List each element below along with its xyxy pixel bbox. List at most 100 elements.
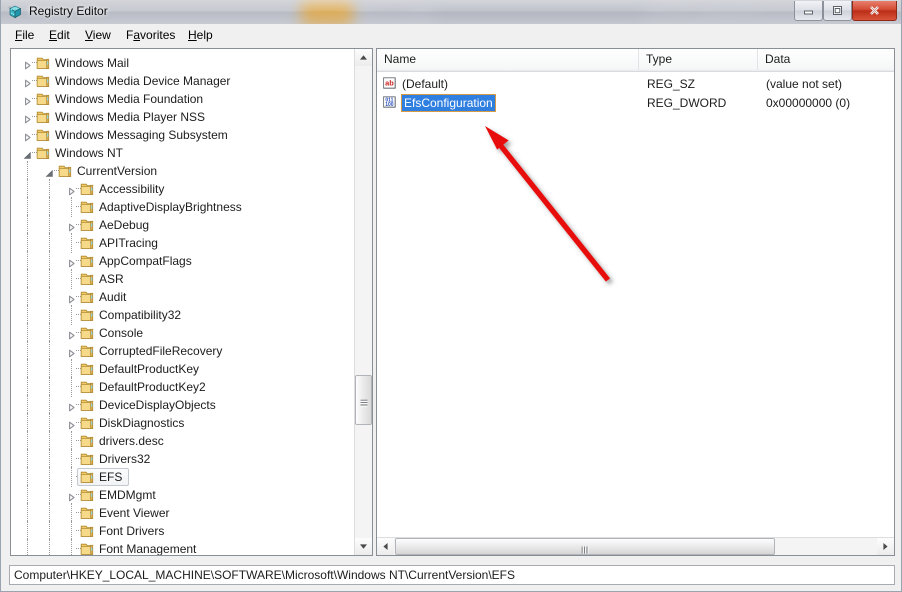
- tree-guide-line: [27, 251, 29, 271]
- tree-item-windows-nt[interactable]: Windows NT: [11, 143, 356, 163]
- tree-item-event-viewer[interactable]: Event Viewer: [11, 503, 356, 523]
- scroll-right-button[interactable]: [877, 538, 894, 555]
- registry-values-pane[interactable]: Name Type Data ab (Default) REG_SZ (value n…: [376, 48, 895, 556]
- tree-expander-collapsed-icon[interactable]: [23, 131, 32, 142]
- tree-expander-collapsed-icon[interactable]: [67, 329, 76, 340]
- tree-scrollbar-thumb[interactable]: [355, 375, 372, 425]
- tree-item-console[interactable]: Console: [11, 323, 356, 343]
- tree-item-windows-messaging-subsystem[interactable]: Windows Messaging Subsystem: [11, 125, 356, 145]
- client-area: Windows Mail Windows Media Device Manager…: [2, 46, 901, 559]
- tree-item-emdmgmt[interactable]: EMDMgmt: [11, 485, 356, 505]
- title-bar[interactable]: Registry Editor: [1, 0, 901, 24]
- tree-item-windows-media-device-manager[interactable]: Windows Media Device Manager: [11, 71, 356, 91]
- tree-expander-expanded-icon[interactable]: [23, 149, 32, 159]
- tree-item-label: drivers.desc: [99, 434, 164, 448]
- menu-help[interactable]: Help: [183, 27, 218, 43]
- menu-favorites[interactable]: Favorites: [121, 27, 180, 43]
- tree-item-defaultproductkey2[interactable]: DefaultProductKey2: [11, 377, 356, 397]
- tree-expander-collapsed-icon[interactable]: [23, 77, 32, 88]
- tree-item-diskdiagnostics[interactable]: DiskDiagnostics: [11, 413, 356, 433]
- value-row[interactable]: ab (Default) REG_SZ (value not set): [377, 75, 894, 94]
- tree-guide-line: [27, 341, 29, 361]
- values-scrollbar-thumb[interactable]: [395, 538, 775, 555]
- tree-guide-line: [49, 539, 51, 555]
- tree-expander-collapsed-icon[interactable]: [67, 257, 76, 268]
- tree-item-asr[interactable]: ASR: [11, 269, 356, 289]
- tree-item-devicedisplayobjects[interactable]: DeviceDisplayObjects: [11, 395, 356, 415]
- tree-item-label: Accessibility: [99, 182, 165, 196]
- folder-icon: [36, 92, 52, 106]
- close-button[interactable]: [852, 1, 897, 21]
- folder-icon: [58, 164, 74, 178]
- status-bar: Computer\HKEY_LOCAL_MACHINE\SOFTWARE\Mic…: [2, 561, 901, 591]
- menu-edit[interactable]: Edit: [44, 27, 75, 43]
- maximize-button[interactable]: [823, 1, 852, 21]
- tree-expander-collapsed-icon[interactable]: [67, 221, 76, 232]
- tree-item-corruptedfilerecovery[interactable]: CorruptedFileRecovery: [11, 341, 356, 361]
- tree-item-compatibility32[interactable]: Compatibility32: [11, 305, 356, 325]
- glass-blur-artifact: [301, 0, 353, 24]
- tree-item-aedebug[interactable]: AeDebug: [11, 215, 356, 235]
- value-name-edit-field[interactable]: EfsConfiguration: [402, 95, 495, 111]
- tree-expander-collapsed-icon[interactable]: [67, 491, 76, 502]
- tree-item-audit[interactable]: Audit: [11, 287, 356, 307]
- tree-guide-line: [71, 503, 73, 523]
- registry-tree-pane[interactable]: Windows Mail Windows Media Device Manager…: [10, 48, 373, 556]
- scroll-down-button[interactable]: [355, 538, 372, 555]
- tree-expander-collapsed-icon[interactable]: [23, 113, 32, 124]
- tree-item-font-drivers[interactable]: Font Drivers: [11, 521, 356, 541]
- tree-expander-collapsed-icon[interactable]: [67, 185, 76, 196]
- tree-item-label: CorruptedFileRecovery: [99, 344, 223, 358]
- tree-item-windows-media-player-nss[interactable]: Windows Media Player NSS: [11, 107, 356, 127]
- tree-expander-collapsed-icon[interactable]: [23, 95, 32, 106]
- minimize-icon: [795, 1, 822, 20]
- registry-tree[interactable]: Windows Mail Windows Media Device Manager…: [11, 49, 356, 555]
- tree-item-accessibility[interactable]: Accessibility: [11, 179, 356, 199]
- scroll-up-button[interactable]: [355, 49, 372, 66]
- column-header-name[interactable]: Name: [377, 49, 639, 70]
- tree-item-drivers32[interactable]: Drivers32: [11, 449, 356, 469]
- tree-expander-collapsed-icon[interactable]: [67, 293, 76, 304]
- folder-icon: [80, 272, 96, 286]
- tree-item-currentversion[interactable]: CurrentVersion: [11, 161, 356, 181]
- tree-item-adaptivedisplaybrightness[interactable]: AdaptiveDisplayBrightness: [11, 197, 356, 217]
- tree-expander-collapsed-icon[interactable]: [67, 401, 76, 412]
- tree-expander-collapsed-icon[interactable]: [67, 419, 76, 430]
- tree-item-drivers-desc[interactable]: drivers.desc: [11, 431, 356, 451]
- tree-item-apitracing[interactable]: APITracing: [11, 233, 356, 253]
- minimize-button[interactable]: [794, 1, 823, 21]
- folder-icon: [80, 434, 96, 448]
- tree-guide-line: [27, 485, 29, 505]
- column-header-data[interactable]: Data: [758, 49, 894, 70]
- folder-icon: [80, 182, 96, 196]
- tree-guide-line: [49, 467, 51, 487]
- tree-item-label: AppCompatFlags: [99, 254, 192, 268]
- tree-expander-expanded-icon[interactable]: [45, 167, 54, 177]
- tree-expander-collapsed-icon[interactable]: [67, 347, 76, 358]
- value-row[interactable]: 011 100 EfsConfiguration REG_DWORD 0x0000000…: [377, 94, 894, 113]
- menu-file[interactable]: File: [10, 27, 39, 43]
- folder-icon: [80, 470, 96, 484]
- value-data: (value not set): [766, 77, 843, 91]
- tree-item-font-management[interactable]: Font Management: [11, 539, 356, 555]
- tree-item-windows-mail[interactable]: Windows Mail: [11, 53, 356, 73]
- tree-vertical-scrollbar[interactable]: [354, 49, 372, 555]
- scroll-left-button[interactable]: [377, 538, 394, 555]
- folder-icon: [80, 542, 96, 555]
- tree-item-appcompatflags[interactable]: AppCompatFlags: [11, 251, 356, 271]
- menu-view[interactable]: View: [80, 27, 116, 43]
- tree-guide-line: [27, 359, 29, 379]
- values-horizontal-scrollbar[interactable]: [377, 537, 894, 555]
- tree-item-defaultproductkey[interactable]: DefaultProductKey: [11, 359, 356, 379]
- tree-guide-line: [49, 269, 51, 289]
- tree-item-label: Windows Media Device Manager: [55, 74, 231, 88]
- column-header-type[interactable]: Type: [639, 49, 758, 70]
- glass-blur-artifact: [701, 12, 761, 23]
- tree-item-efs[interactable]: EFS: [11, 467, 356, 487]
- tree-expander-collapsed-icon[interactable]: [23, 59, 32, 70]
- folder-icon: [80, 290, 96, 304]
- tree-item-label: Font Management: [99, 542, 197, 555]
- tree-item-windows-media-foundation[interactable]: Windows Media Foundation: [11, 89, 356, 109]
- chevron-left-icon: [383, 543, 388, 550]
- tree-guide-line: [71, 539, 73, 555]
